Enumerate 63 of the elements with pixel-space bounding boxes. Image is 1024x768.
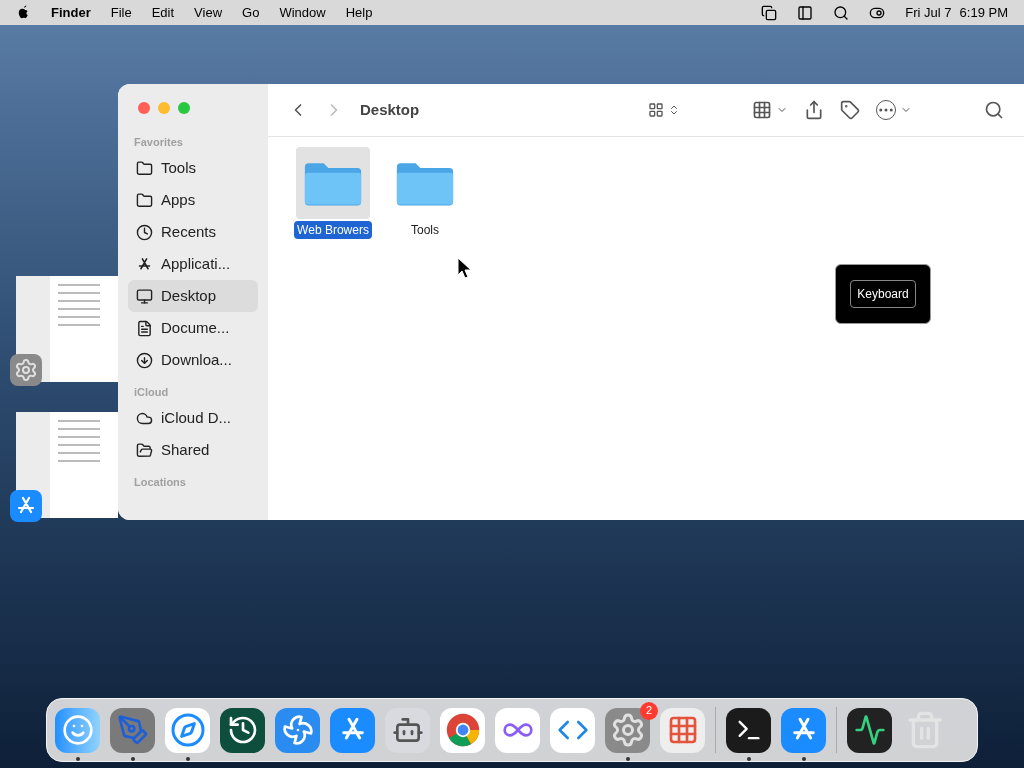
icon-view-icon[interactable] xyxy=(648,102,664,118)
folder-item[interactable]: Tools xyxy=(384,147,466,239)
sidebar-item[interactable]: Recents xyxy=(128,216,258,248)
folder-name: Web Browers xyxy=(294,221,372,239)
app-name[interactable]: Finder xyxy=(51,2,91,23)
chrome-icon[interactable] xyxy=(440,707,485,753)
search-icon[interactable] xyxy=(833,4,850,21)
display-icon xyxy=(136,287,153,305)
stage-manager-icon[interactable] xyxy=(797,4,814,21)
robot-icon[interactable] xyxy=(385,707,430,753)
monitor-graph-icon[interactable] xyxy=(847,707,892,753)
sidebar-item[interactable]: Tools xyxy=(128,152,258,184)
cursor-icon xyxy=(457,257,471,279)
notification-badge: 2 xyxy=(640,701,658,720)
download-icon xyxy=(136,351,153,369)
window-thumbnail[interactable] xyxy=(16,276,118,382)
menu-bar-date[interactable]: Fri Jul 7 xyxy=(905,2,952,23)
clock-arrow-icon[interactable] xyxy=(220,707,265,753)
menu-bar-time[interactable]: 6:19 PM xyxy=(959,2,1008,23)
shared-folder-icon xyxy=(136,441,153,459)
search-icon[interactable] xyxy=(984,100,1004,120)
folder-icon xyxy=(136,159,153,177)
document-icon xyxy=(136,319,153,337)
menu-item[interactable]: Window xyxy=(279,2,326,23)
code-icon[interactable] xyxy=(550,707,595,753)
smiling-face-icon[interactable] xyxy=(55,707,100,753)
propeller-icon[interactable] xyxy=(275,707,320,753)
sidebar-heading: Favorites xyxy=(133,134,184,150)
menu-item[interactable]: Help xyxy=(345,2,373,23)
menu-item[interactable]: Go xyxy=(242,2,260,23)
up-down-chevron-icon[interactable] xyxy=(668,104,680,116)
settings-icon[interactable] xyxy=(10,354,42,386)
grid-icon[interactable] xyxy=(660,707,705,753)
infinity-icon[interactable] xyxy=(495,707,540,753)
sidebar-item[interactable]: Apps xyxy=(128,184,258,216)
terminal-icon[interactable] xyxy=(726,707,771,753)
clock-icon xyxy=(136,223,153,241)
folder-name: Tools xyxy=(410,222,440,239)
sidebar-heading: iCloud xyxy=(133,384,170,400)
sidebar-item[interactable]: Applicati... xyxy=(128,248,258,280)
sidebar-heading: Locations xyxy=(133,474,187,490)
keyboard-button[interactable]: Keyboard xyxy=(850,280,916,308)
folder-icon xyxy=(136,191,153,209)
screen-mirroring-icon[interactable] xyxy=(761,4,778,21)
window-thumbnail[interactable] xyxy=(16,412,118,518)
apple-logo-icon[interactable] xyxy=(16,4,31,21)
menu-item[interactable]: File xyxy=(110,2,132,23)
sidebar-item[interactable]: Desktop xyxy=(128,280,258,312)
menu-item[interactable]: View xyxy=(194,2,223,23)
tag-icon[interactable] xyxy=(840,100,860,120)
sidebar-item[interactable]: Docume... xyxy=(128,312,258,344)
group-icon[interactable] xyxy=(752,100,772,120)
app-store-icon[interactable] xyxy=(10,490,42,522)
settings-icon[interactable] xyxy=(605,707,650,753)
pen-icon[interactable] xyxy=(110,707,155,753)
window-title: Desktop xyxy=(360,99,420,120)
sidebar-item[interactable]: Shared xyxy=(128,434,258,466)
sidebar-item[interactable]: Downloa... xyxy=(128,344,258,376)
compass-icon[interactable] xyxy=(165,707,210,753)
close-button[interactable] xyxy=(138,102,150,114)
share-icon[interactable] xyxy=(804,100,824,120)
menu-item[interactable]: Edit xyxy=(151,2,175,23)
sidebar-item[interactable]: iCloud D... xyxy=(128,402,258,434)
